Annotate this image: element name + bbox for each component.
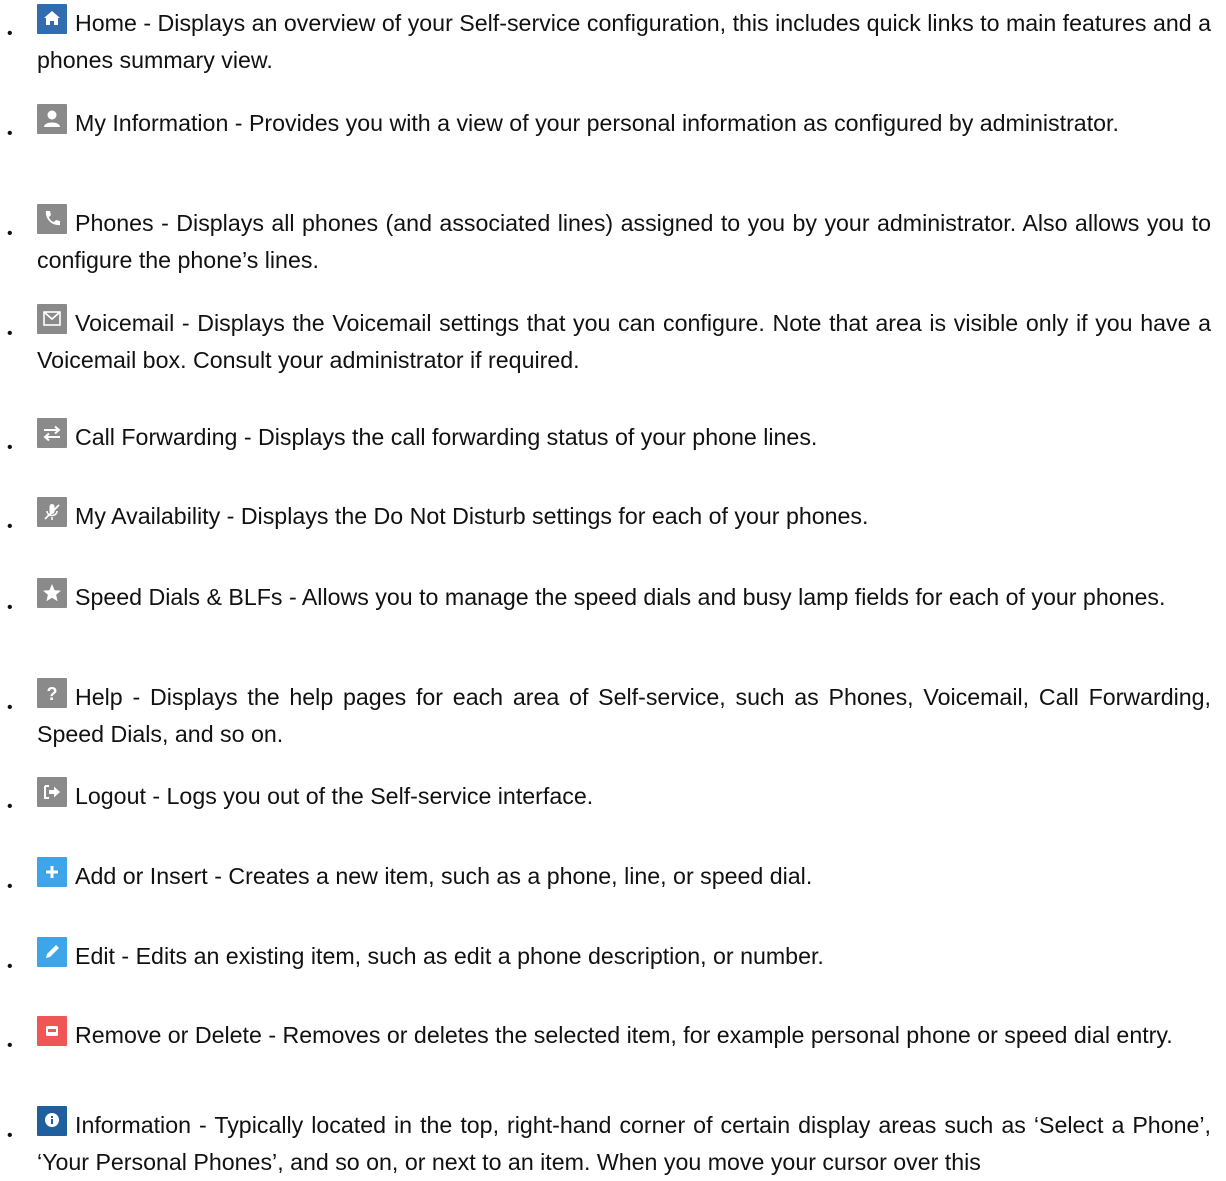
plus-icon [37, 857, 67, 887]
item-description: Creates a new item, such as a phone, lin… [228, 863, 813, 889]
list-item-logout: • Logout - Logs you out of the Self-serv… [0, 777, 1226, 815]
item-description: Removes or deletes the selected item, fo… [282, 1022, 1173, 1048]
bullet: • [7, 225, 13, 242]
separator: - [282, 584, 302, 610]
separator: - [237, 424, 258, 450]
separator: - [207, 863, 229, 889]
separator: - [136, 10, 158, 36]
item-description: Logs you out of the Self-service interfa… [166, 783, 594, 809]
list-item-remove: • Remove or Delete - Removes or deletes … [0, 1016, 1226, 1054]
bullet: • [7, 958, 13, 975]
home-icon [37, 4, 67, 34]
mic-off-icon [37, 497, 67, 527]
item-label: Speed Dials & BLFs [75, 584, 283, 610]
bullet: • [7, 1127, 13, 1144]
item-description: Provides you with a view of your persona… [248, 110, 1119, 136]
item-label: My Information [75, 110, 229, 136]
item-label: Edit [75, 943, 115, 969]
item-description: Typically located in the top, right-hand… [37, 1112, 1211, 1175]
item-label: Information [75, 1112, 191, 1138]
item-description: Displays the call forwarding status of y… [257, 424, 818, 450]
bullet: • [7, 25, 13, 42]
item-description: Displays the Do Not Disturb settings for… [240, 503, 869, 529]
svg-text:?: ? [47, 684, 58, 704]
item-description: Displays all phones (and associated line… [37, 210, 1211, 273]
list-item-my-availability: • My Availability - Displays the Do Not … [0, 497, 1226, 535]
item-description: Displays an overview of your Self-servic… [37, 10, 1212, 73]
bullet: • [7, 518, 13, 535]
item-description: Displays the Voicemail settings that you… [37, 310, 1211, 373]
item-label: Add or Insert [75, 863, 208, 889]
list-item-speed-dials: • Speed Dials & BLFs - Allows you to man… [0, 578, 1226, 616]
user-icon [37, 104, 67, 134]
item-description: Edits an existing item, such as edit a p… [135, 943, 824, 969]
item-description: Allows you to manage the speed dials and… [301, 584, 1166, 610]
envelope-icon [37, 304, 67, 334]
separator: - [220, 503, 241, 529]
list-item-my-information: • My Information - Provides you with a v… [0, 104, 1226, 142]
separator: - [261, 1022, 283, 1048]
bullet: • [7, 878, 13, 895]
pencil-icon [37, 937, 67, 967]
phone-icon [37, 204, 67, 234]
item-label: Voicemail [75, 310, 175, 336]
separator: - [191, 1112, 215, 1138]
list-item-phones: • Phones - Displays all phones (and asso… [0, 204, 1226, 279]
item-label: Home [75, 10, 137, 36]
item-label: Remove or Delete [75, 1022, 262, 1048]
list-item-edit: • Edit - Edits an existing item, such as… [0, 937, 1226, 975]
list-item-voicemail: • Voicemail - Displays the Voicemail set… [0, 304, 1226, 379]
separator: - [153, 210, 177, 236]
item-label: My Availability [75, 503, 221, 529]
bullet: • [7, 125, 13, 142]
bullet: • [7, 325, 13, 342]
star-icon [37, 578, 67, 608]
list-item-add: • Add or Insert - Creates a new item, su… [0, 857, 1226, 895]
item-label: Phones [75, 210, 154, 236]
info-icon [37, 1106, 67, 1136]
list-item-home: • Home - Displays an overview of your Se… [0, 4, 1226, 79]
bullet: • [7, 599, 13, 616]
forward-arrows-icon [37, 418, 67, 448]
separator: - [122, 684, 150, 710]
separator: - [174, 310, 198, 336]
item-description: Displays the help pages for each area of… [37, 684, 1211, 747]
bullet: • [7, 439, 13, 456]
list-item-help: • ? Help - Displays the help pages for ea… [0, 678, 1226, 753]
logout-icon [37, 777, 67, 807]
separator: - [114, 943, 136, 969]
bullet: • [7, 1037, 13, 1054]
separator: - [228, 110, 249, 136]
trash-icon [37, 1016, 67, 1046]
bullet: • [7, 798, 13, 815]
item-label: Call Forwarding [75, 424, 238, 450]
list-item-information: • Information - Typically located in the… [0, 1106, 1226, 1181]
question-icon: ? [37, 678, 67, 708]
item-label: Help [75, 684, 123, 710]
bullet: • [7, 699, 13, 716]
item-label: Logout [75, 783, 146, 809]
icon-reference-document: • Home - Displays an overview of your Se… [0, 0, 1226, 1175]
separator: - [145, 783, 167, 809]
list-item-call-forwarding: • Call Forwarding - Displays the call fo… [0, 418, 1226, 456]
